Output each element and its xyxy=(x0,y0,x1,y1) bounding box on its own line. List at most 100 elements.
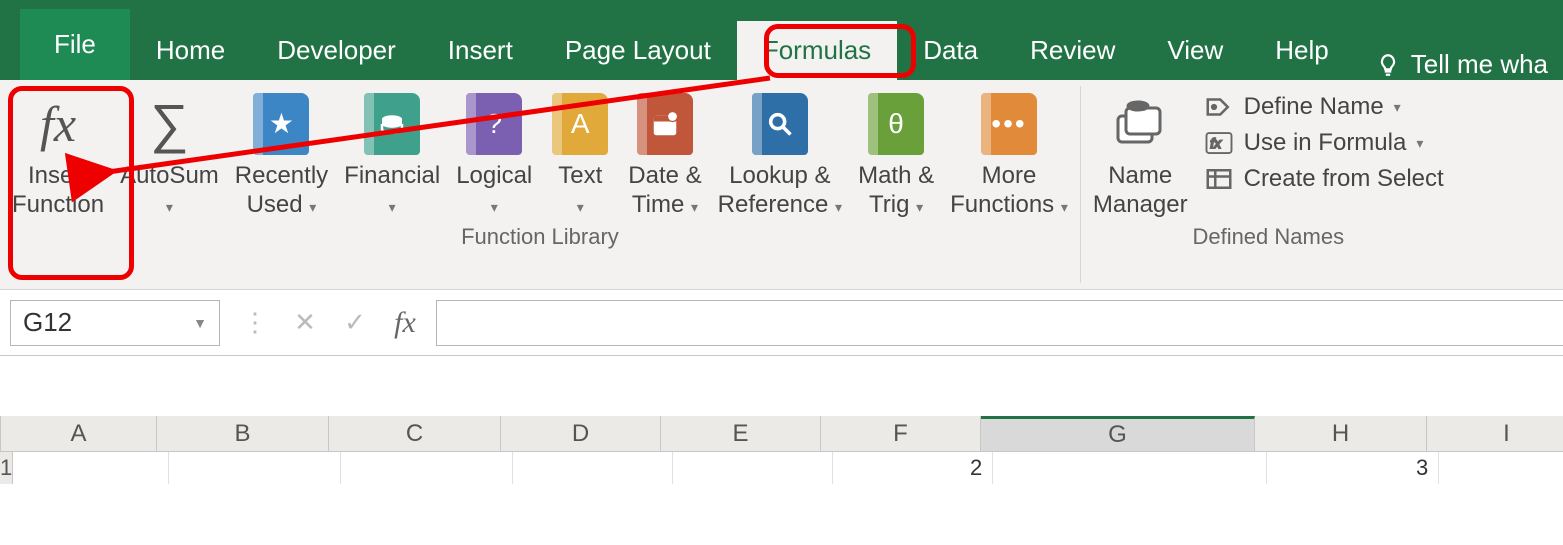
star-book-icon: ★ xyxy=(253,93,309,155)
financial-button[interactable]: Financial ▾ xyxy=(336,86,448,220)
dropdown-arrow-icon: ▾ xyxy=(691,199,698,215)
column-header[interactable]: F xyxy=(821,416,981,451)
sigma-icon: ∑ xyxy=(137,92,201,156)
date-time-button[interactable]: Date & Time ▾ xyxy=(620,86,709,220)
math-trig-button[interactable]: θ Math & Trig ▾ xyxy=(850,86,942,220)
cell[interactable] xyxy=(673,452,833,484)
cell[interactable] xyxy=(169,452,341,484)
autosum-label: AutoSum xyxy=(120,162,219,189)
lookup-reference-button[interactable]: Lookup & Reference ▾ xyxy=(710,86,850,220)
tab-page-layout[interactable]: Page Layout xyxy=(539,21,737,80)
name-manager-button[interactable]: Name Manager xyxy=(1085,86,1196,220)
cell[interactable] xyxy=(993,452,1267,484)
group-label-function-library: Function Library xyxy=(461,220,619,256)
text-label: Text xyxy=(558,162,602,189)
recently-used-button[interactable]: ★ Recently Used ▾ xyxy=(227,86,336,220)
grid-icon xyxy=(1204,164,1234,194)
formula-bar: G12 ▼ ⋮ ✕ ✓ fx xyxy=(0,290,1563,356)
tab-insert[interactable]: Insert xyxy=(422,21,539,80)
insert-function-label: Insert Function xyxy=(12,162,104,220)
name-manager-label: Name Manager xyxy=(1093,162,1188,220)
more-functions-label: More Functions xyxy=(950,162,1054,218)
fx-label-icon[interactable]: fx xyxy=(380,306,430,340)
column-header[interactable]: E xyxy=(661,416,821,451)
dropdown-arrow-icon: ▾ xyxy=(166,199,173,215)
group-defined-names: Name Manager Define Name ▾ fx Use in For… xyxy=(1081,80,1456,289)
cancel-icon: ✕ xyxy=(280,300,330,346)
cell[interactable] xyxy=(513,452,673,484)
column-header[interactable]: G xyxy=(981,416,1255,451)
group-function-library: fx Insert Function ∑ AutoSum ▾ ★ Recently… xyxy=(0,80,1080,289)
cell[interactable] xyxy=(13,452,169,484)
create-from-selection-button[interactable]: Create from Select xyxy=(1204,164,1444,194)
grid-row: 1 2 34 xyxy=(0,452,1563,484)
dropdown-arrow-icon: ▾ xyxy=(1416,135,1423,152)
dropdown-arrow-icon: ▾ xyxy=(577,199,584,215)
more-functions-button[interactable]: ••• More Functions ▾ xyxy=(942,86,1076,220)
svg-text:fx: fx xyxy=(1210,136,1222,151)
dropdown-arrow-icon: ▾ xyxy=(1061,199,1068,215)
name-box-value: G12 xyxy=(23,307,72,338)
dots-book-icon: ••• xyxy=(981,93,1037,155)
calendar-book-icon xyxy=(637,93,693,155)
logical-button[interactable]: ? Logical ▾ xyxy=(448,86,540,220)
dropdown-arrow-icon: ▾ xyxy=(309,199,316,215)
dropdown-arrow-icon: ▾ xyxy=(389,199,396,215)
use-in-formula-button[interactable]: fx Use in Formula ▾ xyxy=(1204,128,1444,158)
cell[interactable]: 2 xyxy=(833,452,993,484)
tab-file[interactable]: File xyxy=(20,9,130,80)
tell-me-search[interactable]: Tell me wha xyxy=(1375,49,1548,80)
ribbon-body: fx Insert Function ∑ AutoSum ▾ ★ Recently… xyxy=(0,80,1563,290)
column-header[interactable]: D xyxy=(501,416,661,451)
formula-bar-more-icon: ⋮ xyxy=(230,300,280,346)
name-manager-icon xyxy=(1108,92,1172,156)
column-header[interactable]: B xyxy=(157,416,329,451)
define-name-button[interactable]: Define Name ▾ xyxy=(1204,92,1444,122)
create-from-selection-label: Create from Select xyxy=(1244,165,1444,193)
text-button[interactable]: A Text ▾ xyxy=(540,86,620,220)
define-name-label: Define Name xyxy=(1244,93,1384,121)
logical-label: Logical xyxy=(456,162,532,189)
tab-review[interactable]: Review xyxy=(1004,21,1141,80)
theta-book-icon: θ xyxy=(868,93,924,155)
search-book-icon xyxy=(752,93,808,155)
enter-icon: ✓ xyxy=(330,300,380,346)
tab-home[interactable]: Home xyxy=(130,21,251,80)
formula-input[interactable] xyxy=(436,300,1563,346)
column-header[interactable]: H xyxy=(1255,416,1427,451)
ribbon-tabs: File Home Developer Insert Page Layout F… xyxy=(0,0,1563,80)
dropdown-arrow-icon: ▾ xyxy=(835,199,842,215)
group-label-defined-names: Defined Names xyxy=(1192,220,1344,256)
tab-formulas[interactable]: Formulas xyxy=(737,21,897,80)
name-box[interactable]: G12 ▼ xyxy=(10,300,220,346)
column-header[interactable]: I xyxy=(1427,416,1563,451)
tab-view[interactable]: View xyxy=(1141,21,1249,80)
coins-book-icon xyxy=(364,93,420,155)
autosum-button[interactable]: ∑ AutoSum ▾ xyxy=(112,86,227,220)
a-book-icon: A xyxy=(552,93,608,155)
question-book-icon: ? xyxy=(466,93,522,155)
bulb-icon xyxy=(1375,52,1401,78)
tab-developer[interactable]: Developer xyxy=(251,21,422,80)
tag-icon xyxy=(1204,92,1234,122)
lookup-reference-label: Lookup & Reference xyxy=(718,162,831,218)
tell-me-label: Tell me wha xyxy=(1411,49,1548,80)
column-header[interactable]: C xyxy=(329,416,501,451)
column-header[interactable]: A xyxy=(1,416,157,451)
column-headers: ABCDEFGHI xyxy=(0,416,1563,452)
tab-data[interactable]: Data xyxy=(897,21,1004,80)
dropdown-arrow-icon: ▾ xyxy=(1394,99,1401,116)
use-in-formula-label: Use in Formula xyxy=(1244,129,1407,157)
financial-label: Financial xyxy=(344,162,440,189)
cell[interactable] xyxy=(341,452,513,484)
cell[interactable]: 3 xyxy=(1267,452,1439,484)
cell[interactable]: 4 xyxy=(1439,452,1563,484)
row-header[interactable]: 1 xyxy=(0,452,13,484)
fx-small-icon: fx xyxy=(1204,128,1234,158)
fx-icon: fx xyxy=(26,92,90,156)
dropdown-arrow-icon: ▾ xyxy=(916,199,923,215)
tab-help[interactable]: Help xyxy=(1249,21,1354,80)
insert-function-button[interactable]: fx Insert Function xyxy=(4,86,112,220)
dropdown-arrow-icon: ▾ xyxy=(491,199,498,215)
dropdown-arrow-icon: ▼ xyxy=(193,315,207,331)
